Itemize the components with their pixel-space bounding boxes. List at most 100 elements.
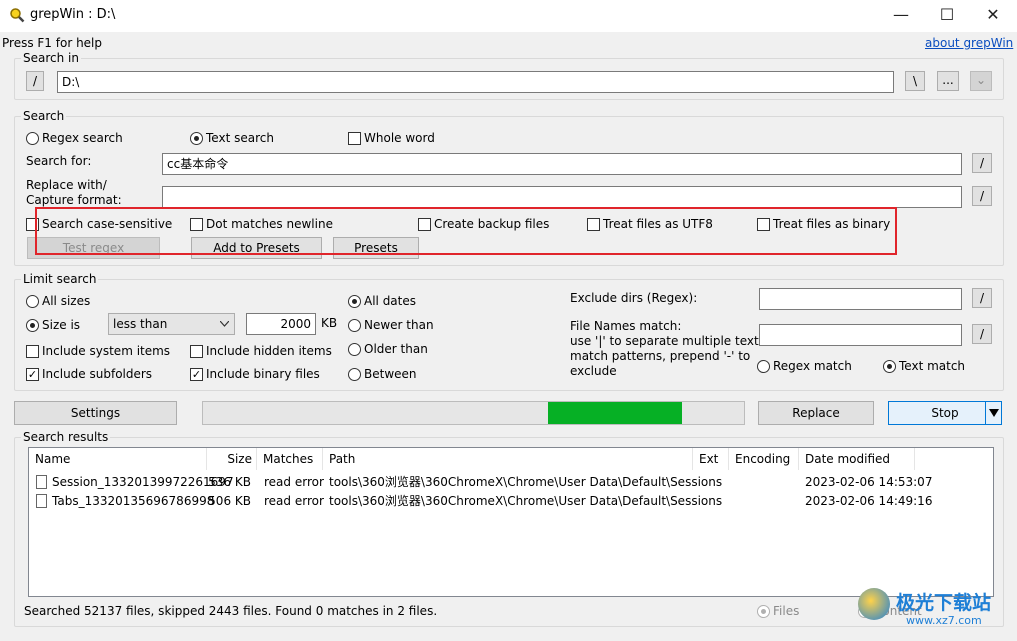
whole-word-checkbox[interactable] <box>348 132 361 145</box>
caret-down-icon <box>989 409 999 417</box>
regex-search-label: Regex search <box>42 131 123 145</box>
file-names-input[interactable] <box>759 324 962 346</box>
file-names-help-2: match patterns, prepend '-' to <box>570 349 751 363</box>
results-list[interactable]: Name Size Matches Path Ext Encoding Date… <box>28 447 994 597</box>
text-search-label: Text search <box>206 131 274 145</box>
watermark-logo-icon <box>858 588 890 620</box>
cell-path: tools\360浏览器\360ChromeX\Chrome\User Data… <box>329 475 723 489</box>
all-dates-radio[interactable] <box>348 295 361 308</box>
browse-button[interactable]: ... <box>937 71 959 91</box>
file-names-slash-button[interactable]: / <box>972 324 992 344</box>
all-sizes-label: All sizes <box>42 294 91 308</box>
table-row[interactable]: Tabs_13320135696786998 506 KB read error… <box>29 492 993 511</box>
size-operator-select[interactable]: less than <box>108 313 235 335</box>
cell-date: 2023-02-06 14:49:16 <box>805 494 933 508</box>
column-header-encoding[interactable]: Encoding <box>729 448 799 470</box>
stop-button[interactable]: Stop <box>888 401 1002 425</box>
file-names-help-3: exclude <box>570 364 617 378</box>
window-title: grepWin : D:\ <box>30 7 116 22</box>
chevron-down-icon <box>220 321 229 327</box>
backslash-button[interactable]: \ <box>905 71 925 91</box>
newer-than-label: Newer than <box>364 318 434 332</box>
table-row[interactable]: Session_13320139972261697 536 KB read er… <box>29 473 993 492</box>
watermark-url: www.xz7.com <box>906 614 982 627</box>
cell-date: 2023-02-06 14:53:07 <box>805 475 933 489</box>
close-button[interactable]: ✕ <box>970 0 1016 32</box>
size-is-label: Size is <box>42 318 81 332</box>
column-header-ext[interactable]: Ext <box>693 448 729 470</box>
stop-label: Stop <box>931 406 959 420</box>
column-header-size[interactable]: Size <box>207 448 257 470</box>
all-dates-label: All dates <box>364 294 417 308</box>
column-header-matches[interactable]: Matches <box>257 448 323 470</box>
size-value-input[interactable]: 2000 <box>246 313 316 335</box>
file-names-label: File Names match: <box>570 319 682 333</box>
search-results-label: Search results <box>21 430 111 444</box>
column-header-name[interactable]: Name <box>29 448 207 470</box>
regex-match-label: Regex match <box>773 359 852 373</box>
cell-size: 506 KB <box>208 494 251 508</box>
size-unit-label: KB <box>321 316 338 330</box>
newer-than-radio[interactable] <box>348 319 361 332</box>
include-hidden-label: Include hidden items <box>206 344 332 358</box>
cell-name: Tabs_13320135696786998 <box>52 494 215 508</box>
between-label: Between <box>364 367 417 381</box>
column-header-path[interactable]: Path <box>323 448 693 470</box>
replace-label-line1: Replace with/ <box>26 178 107 192</box>
limit-search-label: Limit search <box>21 272 99 286</box>
replace-button[interactable]: Replace <box>758 401 874 425</box>
text-match-label: Text match <box>899 359 966 373</box>
include-binary-checkbox[interactable]: ✓ <box>190 368 203 381</box>
progress-fill <box>548 402 682 424</box>
between-radio[interactable] <box>348 368 361 381</box>
about-link[interactable]: about grepWin <box>925 36 1013 50</box>
include-subfolders-checkbox[interactable]: ✓ <box>26 368 39 381</box>
regex-search-radio[interactable] <box>26 132 39 145</box>
settings-button[interactable]: Settings <box>14 401 177 425</box>
highlight-annotation <box>35 207 897 255</box>
text-match-radio[interactable] <box>883 360 896 373</box>
column-header-date[interactable]: Date modified <box>799 448 915 470</box>
path-slash-button[interactable]: / <box>26 71 44 91</box>
search-for-label: Search for: <box>26 154 92 168</box>
search-group-label: Search <box>21 109 67 123</box>
older-than-label: Older than <box>364 342 428 356</box>
search-path-input[interactable]: D:\ <box>57 71 894 93</box>
regex-match-radio[interactable] <box>757 360 770 373</box>
include-system-label: Include system items <box>42 344 171 358</box>
cell-path: tools\360浏览器\360ChromeX\Chrome\User Data… <box>329 494 723 508</box>
include-binary-label: Include binary files <box>206 367 320 381</box>
exclude-dirs-label: Exclude dirs (Regex): <box>570 291 698 305</box>
search-for-input[interactable]: cc基本命令 <box>162 153 962 175</box>
file-names-help-1: use '|' to separate multiple text <box>570 334 759 348</box>
history-dropdown-button[interactable]: ⌄ <box>970 71 992 91</box>
size-is-radio[interactable] <box>26 319 39 332</box>
all-sizes-radio[interactable] <box>26 295 39 308</box>
file-icon <box>36 494 47 508</box>
include-system-checkbox[interactable] <box>26 345 39 358</box>
search-for-slash-button[interactable]: / <box>972 153 992 173</box>
size-operator-value: less than <box>113 317 168 331</box>
cell-matches: read error <box>264 475 324 489</box>
title-bar: grepWin : D:\ — ☐ ✕ <box>0 0 1017 32</box>
file-icon <box>36 475 47 489</box>
progress-bar <box>202 401 745 425</box>
include-hidden-checkbox[interactable] <box>190 345 203 358</box>
replace-slash-button[interactable]: / <box>972 186 992 206</box>
status-text: Searched 52137 files, skipped 2443 files… <box>24 604 438 618</box>
files-radio[interactable] <box>757 605 770 618</box>
exclude-dirs-input[interactable] <box>759 288 962 310</box>
replace-input[interactable] <box>162 186 962 208</box>
include-subfolders-label: Include subfolders <box>42 367 153 381</box>
help-text: Press F1 for help <box>2 36 103 50</box>
stop-dropdown[interactable] <box>985 402 1001 424</box>
magnifier-icon <box>10 8 25 23</box>
exclude-dirs-slash-button[interactable]: / <box>972 288 992 308</box>
text-search-radio[interactable] <box>190 132 203 145</box>
watermark-title: 极光下载站 <box>896 592 992 614</box>
older-than-radio[interactable] <box>348 343 361 356</box>
files-label: Files <box>773 604 800 618</box>
cell-size: 536 KB <box>208 475 251 489</box>
minimize-button[interactable]: — <box>878 0 924 32</box>
maximize-button[interactable]: ☐ <box>924 0 970 32</box>
